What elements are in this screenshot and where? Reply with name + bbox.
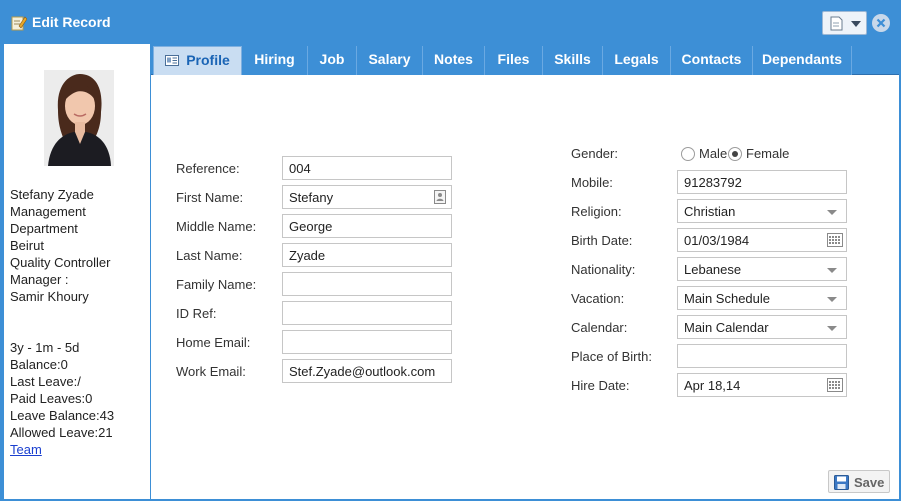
- id-ref-label: ID Ref:: [176, 306, 217, 321]
- calendar-label: Calendar:: [571, 320, 628, 335]
- religion-label: Religion:: [571, 204, 622, 219]
- employee-location: Beirut: [10, 238, 44, 253]
- employee-leave-balance: Leave Balance:43: [10, 408, 115, 423]
- hire-date-label: Hire Date:: [571, 378, 630, 393]
- employee-allowed-leave: Allowed Leave:21: [10, 425, 113, 440]
- home-email-field[interactable]: [282, 330, 452, 354]
- calendar-icon[interactable]: [827, 378, 843, 392]
- tab-profile[interactable]: Profile: [153, 46, 242, 75]
- record-menu-button[interactable]: [822, 11, 867, 35]
- save-button-label: Save: [854, 475, 885, 490]
- employee-balance: Balance:0: [10, 357, 68, 372]
- vacation-select[interactable]: Main Schedule: [677, 286, 847, 310]
- birth-date-field[interactable]: 01/03/1984: [677, 228, 847, 252]
- document-icon: [830, 16, 843, 31]
- floppy-disk-icon: [834, 475, 849, 490]
- birth-date-value: 01/03/1984: [684, 233, 750, 248]
- middle-name-label: Middle Name:: [176, 219, 257, 234]
- chevron-down-icon: [851, 21, 861, 27]
- tab-bar: Profile Hiring Job Salary Notes Files Sk…: [151, 44, 899, 75]
- employee-paid-leaves: Paid Leaves:0: [10, 391, 93, 406]
- tab-hiring[interactable]: Hiring: [242, 46, 308, 75]
- reference-field[interactable]: 004: [282, 156, 452, 180]
- family-name-field[interactable]: [282, 272, 452, 296]
- tab-salary[interactable]: Salary: [357, 46, 423, 75]
- last-name-label: Last Name:: [176, 248, 243, 263]
- place-of-birth-field[interactable]: [677, 344, 847, 368]
- gender-female-radio[interactable]: [728, 147, 742, 161]
- religion-select[interactable]: Christian: [677, 199, 847, 223]
- middle-name-field[interactable]: George: [282, 214, 452, 238]
- tab-contacts[interactable]: Contacts: [671, 46, 753, 75]
- tab-notes[interactable]: Notes: [423, 46, 485, 75]
- tab-files[interactable]: Files: [485, 46, 543, 75]
- work-email-label: Work Email:: [176, 364, 246, 379]
- family-name-label: Family Name:: [176, 277, 257, 292]
- first-name-value: Stefany: [289, 190, 334, 205]
- employee-tenure: 3y - 1m - 5d: [10, 340, 80, 355]
- tab-profile-label: Profile: [186, 52, 230, 68]
- title-bar: Edit Record: [2, 2, 899, 44]
- id-card-icon: [165, 55, 180, 66]
- avatar: [44, 70, 114, 166]
- gender-female-label: Female: [746, 146, 790, 161]
- record-form-panel: Profile Hiring Job Salary Notes Files Sk…: [151, 44, 899, 499]
- edit-icon: [11, 16, 27, 31]
- employee-name: Stefany Zyade: [10, 187, 94, 202]
- home-email-label: Home Email:: [176, 335, 251, 350]
- nationality-select[interactable]: Lebanese: [677, 257, 847, 281]
- tab-legals[interactable]: Legals: [603, 46, 671, 75]
- id-ref-field[interactable]: [282, 301, 452, 325]
- first-name-label: First Name:: [176, 190, 244, 205]
- last-name-field[interactable]: Zyade: [282, 243, 452, 267]
- birth-date-label: Birth Date:: [571, 233, 633, 248]
- hire-date-field[interactable]: Apr 18,14: [677, 373, 847, 397]
- employee-department: Management: [10, 204, 86, 219]
- nationality-label: Nationality:: [571, 262, 636, 277]
- mobile-label: Mobile:: [571, 175, 613, 190]
- employee-department-suffix: Department: [10, 221, 78, 236]
- work-email-field[interactable]: Stef.Zyade@outlook.com: [282, 359, 452, 383]
- place-of-birth-label: Place of Birth:: [571, 349, 652, 364]
- edit-record-window: Edit Record Stefany Zyade Management Dep…: [0, 0, 901, 501]
- employee-position: Quality Controller: [10, 255, 111, 270]
- gender-male-radio[interactable]: [681, 147, 695, 161]
- gender-male-label: Male: [699, 146, 728, 161]
- close-button[interactable]: [872, 14, 890, 32]
- close-icon: [876, 18, 886, 28]
- mobile-field[interactable]: 91283792: [677, 170, 847, 194]
- tab-job[interactable]: Job: [308, 46, 357, 75]
- employee-summary-panel: Stefany Zyade Management Department Beir…: [4, 44, 150, 499]
- employee-manager-name: Samir Khoury: [10, 289, 89, 304]
- contact-card-icon[interactable]: [434, 190, 446, 204]
- calendar-icon[interactable]: [827, 233, 843, 247]
- vacation-label: Vacation:: [571, 291, 625, 306]
- first-name-field[interactable]: Stefany: [282, 185, 452, 209]
- window-title: Edit Record: [32, 14, 111, 30]
- tab-skills[interactable]: Skills: [543, 46, 603, 75]
- reference-label: Reference:: [176, 161, 240, 176]
- gender-label: Gender:: [571, 146, 618, 161]
- save-button[interactable]: Save: [828, 470, 890, 493]
- tab-dependants[interactable]: Dependants: [753, 46, 852, 75]
- employee-manager-label: Manager :: [10, 272, 69, 287]
- team-link[interactable]: Team: [10, 442, 42, 457]
- employee-last-leave: Last Leave:/: [10, 374, 81, 389]
- calendar-select[interactable]: Main Calendar: [677, 315, 847, 339]
- hire-date-value: Apr 18,14: [684, 378, 741, 393]
